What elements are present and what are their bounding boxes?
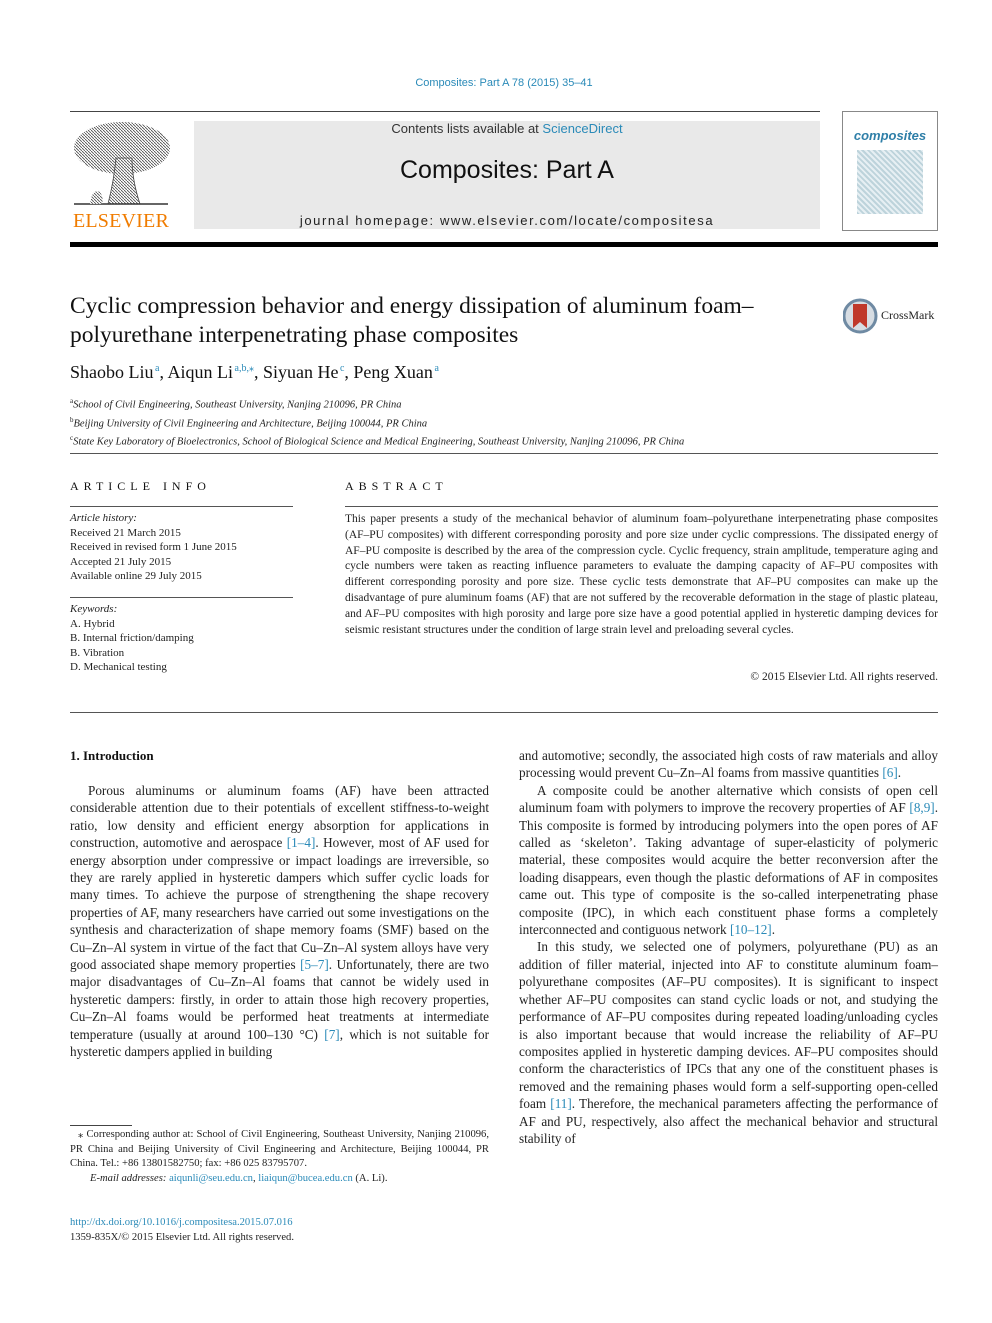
crossmark-label: CrossMark (881, 308, 935, 322)
paragraph: A composite could be another alternative… (519, 782, 938, 939)
citation-link[interactable]: [1–4] (287, 835, 316, 850)
history-item: Received in revised form 1 June 2015 (70, 541, 237, 553)
paragraph: and automotive; secondly, the associated… (519, 747, 938, 782)
paragraph-text: . (771, 922, 775, 938)
author-affiliation-mark[interactable]: a,b,⁎ (235, 363, 254, 374)
citation-link[interactable]: [10–12] (730, 922, 772, 937)
citation-link[interactable]: [11] (550, 1096, 571, 1111)
history-item: Accepted 21 July 2015 (70, 555, 172, 568)
author-affiliation-mark[interactable]: a (155, 363, 159, 374)
journal-homepage[interactable]: journal homepage: www.elsevier.com/locat… (194, 213, 820, 228)
abstract-copyright: © 2015 Elsevier Ltd. All rights reserved… (750, 671, 938, 683)
elsevier-logo: ELSEVIER (70, 118, 172, 233)
elsevier-wordmark: ELSEVIER (72, 210, 170, 232)
affiliation-divider (70, 453, 938, 454)
crossmark-button[interactable]: CrossMark (842, 298, 943, 334)
history-label: Article history: (70, 512, 137, 524)
paragraph-text: . This composite is formed by introducin… (519, 800, 938, 938)
email-link[interactable]: liaiqun@bucea.edu.cn (258, 1173, 352, 1184)
author-affiliation-mark[interactable]: c (340, 363, 344, 374)
paragraph-text: . However, most of AF used for energy ab… (70, 835, 489, 973)
paragraph: In this study, we selected one of polyme… (519, 938, 938, 1147)
section-heading-introduction: 1. Introduction (70, 748, 154, 763)
issn-copyright: 1359-835X/© 2015 Elsevier Ltd. All right… (70, 1231, 295, 1243)
keyword-item: B. Internal friction/damping (70, 632, 194, 644)
citation-link[interactable]: [8,9] (909, 800, 934, 815)
keyword-item: B. Vibration (70, 646, 125, 659)
history-item: Received 21 March 2015 (70, 526, 181, 539)
affiliation-text: Beijing University of Civil Engineering … (73, 418, 428, 429)
author-name[interactable]: Siyuan He (263, 362, 339, 382)
top-divider (70, 111, 820, 112)
keywords: Keywords: A. Hybrid B. Internal friction… (70, 602, 194, 675)
doi-block: http://dx.doi.org/10.1016/j.compositesa.… (70, 1216, 294, 1245)
elsevier-tree-icon (74, 122, 170, 205)
keyword-item: A. Hybrid (70, 617, 115, 630)
article-info-divider (70, 506, 293, 507)
doi-link[interactable]: http://dx.doi.org/10.1016/j.compositesa.… (70, 1216, 294, 1231)
affiliation-text: School of Civil Engineering, Southeast U… (73, 399, 402, 411)
footnote: ⁎ Corresponding author at: School of Civ… (70, 1128, 489, 1186)
affiliation-item: aSchool of Civil Engineering, Southeast … (70, 394, 684, 413)
history-item: Available online 29 July 2015 (70, 570, 202, 582)
cover-title: composites (853, 128, 927, 143)
email-line: E-mail addresses: aiqunli@seu.edu.cn, li… (70, 1172, 489, 1187)
paragraph: Porous aluminums or aluminum foams (AF) … (70, 782, 489, 1061)
journal-title: Composites: Part A (400, 156, 614, 184)
citation-link[interactable]: [6] (882, 765, 897, 780)
paragraph-text: and automotive; secondly, the associated… (519, 748, 938, 781)
affiliation-text: State Key Laboratory of Bioelectronics, … (73, 436, 685, 448)
paragraph-text: . Therefore, the mechanical parameters a… (519, 1096, 938, 1146)
author-name[interactable]: Aiqun Li (167, 362, 233, 382)
paragraph-text: A composite could be another alternative… (519, 782, 938, 816)
affiliation-item: cState Key Laboratory of Bioelectronics,… (70, 431, 684, 450)
email-link[interactable]: aiqunli@seu.edu.cn (169, 1173, 253, 1184)
affiliations: aSchool of Civil Engineering, Southeast … (70, 394, 684, 450)
body-divider (70, 712, 938, 713)
header-thick-divider (70, 242, 938, 247)
author-affiliation-mark[interactable]: a (434, 363, 438, 374)
body-column-right: and automotive; secondly, the associated… (519, 747, 938, 1147)
author-name[interactable]: Peng Xuan (353, 362, 433, 382)
footnote-divider (70, 1125, 132, 1126)
crossmark-icon (842, 298, 878, 334)
abstract-text: This paper presents a study of the mecha… (345, 513, 938, 636)
article-history: Article history: Received 21 March 2015 … (70, 511, 237, 584)
cover-image (857, 150, 923, 214)
author-list: Shaobo Liu a, Aiqun Li a,b,⁎, Siyuan He … (70, 362, 439, 382)
paragraph-text: In this study, we selected one of polyme… (519, 939, 938, 1112)
journal-cover-thumbnail[interactable]: composites (842, 111, 938, 231)
journal-reference-link[interactable]: Composites: Part A 78 (2015) 35–41 (0, 77, 992, 89)
abstract-heading: ABSTRACT (345, 479, 448, 493)
contents-line: Contents lists available at ScienceDirec… (194, 121, 820, 136)
author-name[interactable]: Shaobo Liu (70, 362, 154, 382)
keywords-label: Keywords: (70, 603, 118, 615)
affiliation-item: bBeijing University of Civil Engineering… (70, 413, 684, 432)
body-column-left: Porous aluminums or aluminum foams (AF) … (70, 782, 489, 1061)
email-label: E-mail addresses: (90, 1172, 170, 1184)
keyword-item: D. Mechanical testing (70, 661, 167, 673)
contents-prefix: Contents lists available at (391, 121, 543, 136)
article-title: Cyclic compression behavior and energy d… (70, 293, 754, 348)
citation-link[interactable]: [7] (324, 1027, 339, 1042)
article-info-heading: ARTICLE INFO (70, 479, 211, 493)
keywords-divider (70, 597, 293, 598)
citation-link[interactable]: [5–7] (300, 957, 329, 972)
paragraph-text: . (897, 765, 902, 781)
corresponding-author-note: ⁎ Corresponding author at: School of Civ… (70, 1129, 489, 1169)
sciencedirect-link[interactable]: ScienceDirect (542, 121, 622, 136)
abstract-divider (345, 506, 938, 507)
email-suffix: (A. Li). (352, 1172, 388, 1184)
